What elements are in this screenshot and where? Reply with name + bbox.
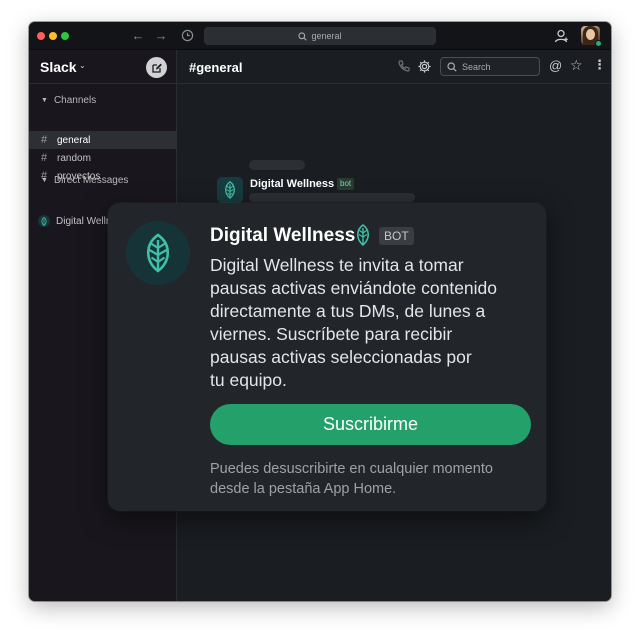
back-arrow-icon[interactable]: ← [129,26,147,46]
leaf-icon [356,224,370,246]
sidebar-item-general[interactable]: # general [29,131,177,149]
message-author[interactable]: Digital Wellness [250,178,334,190]
note-line: desde la pestaña App Home. [210,481,397,497]
phone-icon[interactable] [397,59,411,73]
description-line: viernes. Suscríbete para recibir [210,324,453,344]
leaf-icon [146,233,170,273]
search-icon [447,61,457,72]
description-line: pausas activas seleccionadas por [210,347,472,367]
description-line: pausas activas enviándote contenido [210,278,498,298]
search-icon [298,31,308,41]
close-window-button[interactable] [37,32,45,40]
top-search-bar[interactable]: general [204,27,436,45]
compose-button[interactable] [146,57,167,78]
hash-icon: # [41,152,48,164]
caret-down-icon: ▼ [41,177,48,184]
loading-placeholder [249,193,415,202]
description-line: Digital Wellness te invita a tomar [210,255,464,275]
minimize-window-button[interactable] [49,32,57,40]
bot-badge: bot [337,178,355,190]
app-logo [126,221,190,285]
people-icon[interactable] [553,27,571,45]
bot-badge: BOT [379,227,414,245]
channel-label: random [57,152,91,164]
workspace-header[interactable]: Slack ⌄ [29,50,177,84]
channel-search-input[interactable]: Search [440,57,540,76]
compose-icon [151,63,162,73]
gear-icon[interactable] [417,59,432,74]
dms-header-label: Direct Messages [53,175,129,186]
more-vertical-icon[interactable]: ⋮ [593,57,606,73]
sidebar-item-random[interactable]: # random [29,149,177,167]
loading-placeholder [249,160,305,170]
note-line: Puedes desuscribirte en cualquier moment… [210,461,493,477]
description-line: directamente a tus DMs, de lunes a [210,301,486,321]
channel-header: #general Search @ ☆ ⋮ [177,50,611,84]
caret-down-icon: ▼ [41,97,48,104]
title-bar: ← → general [29,22,611,50]
subscription-card: Digital Wellness BOT Digital Wellness te… [108,203,546,511]
hash-icon: # [41,134,48,146]
unsubscribe-note: Puedes desuscribirte en cualquier moment… [210,459,535,499]
description-line: tu equipo. [210,370,287,390]
card-title: Digital Wellness [210,225,356,246]
channels-header-label: Channels [53,95,97,106]
top-search-text: general [311,31,342,41]
leaf-icon [38,215,50,227]
leaf-icon [225,181,235,199]
dms-section-header[interactable]: ▼ Direct Messages [41,175,128,186]
channel-label: general [57,134,91,146]
presence-indicator [595,40,602,47]
channel-title[interactable]: #general [189,60,242,75]
card-description: Digital Wellness te invita a tomar pausa… [210,254,535,392]
workspace-name[interactable]: Slack [40,59,77,75]
at-icon[interactable]: @ [549,58,562,73]
search-placeholder: Search [462,61,491,72]
star-icon[interactable]: ☆ [570,57,583,74]
chevron-down-icon[interactable]: ⌄ [79,61,86,70]
channels-section-header[interactable]: ▼ Channels [41,95,96,106]
maximize-window-button[interactable] [61,32,69,40]
message-avatar[interactable] [217,177,243,203]
subscribe-button[interactable]: Suscribirme [210,404,531,445]
history-icon[interactable] [178,26,196,46]
forward-arrow-icon[interactable]: → [152,26,170,46]
